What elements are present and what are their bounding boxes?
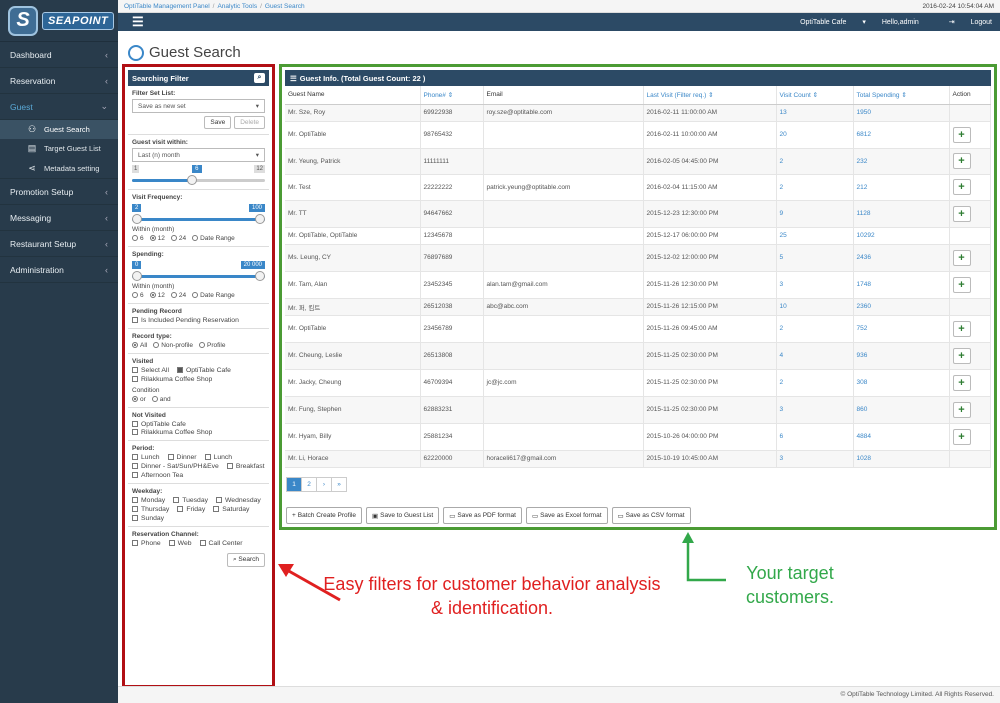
footer: © OptiTable Technology Limited. All Righ… <box>118 686 1000 703</box>
green-arrow <box>682 532 726 582</box>
annotation-green-text: Your target customers. <box>745 563 835 607</box>
annotation-red-text: Easy filters for customer behavior analy… <box>323 574 661 618</box>
